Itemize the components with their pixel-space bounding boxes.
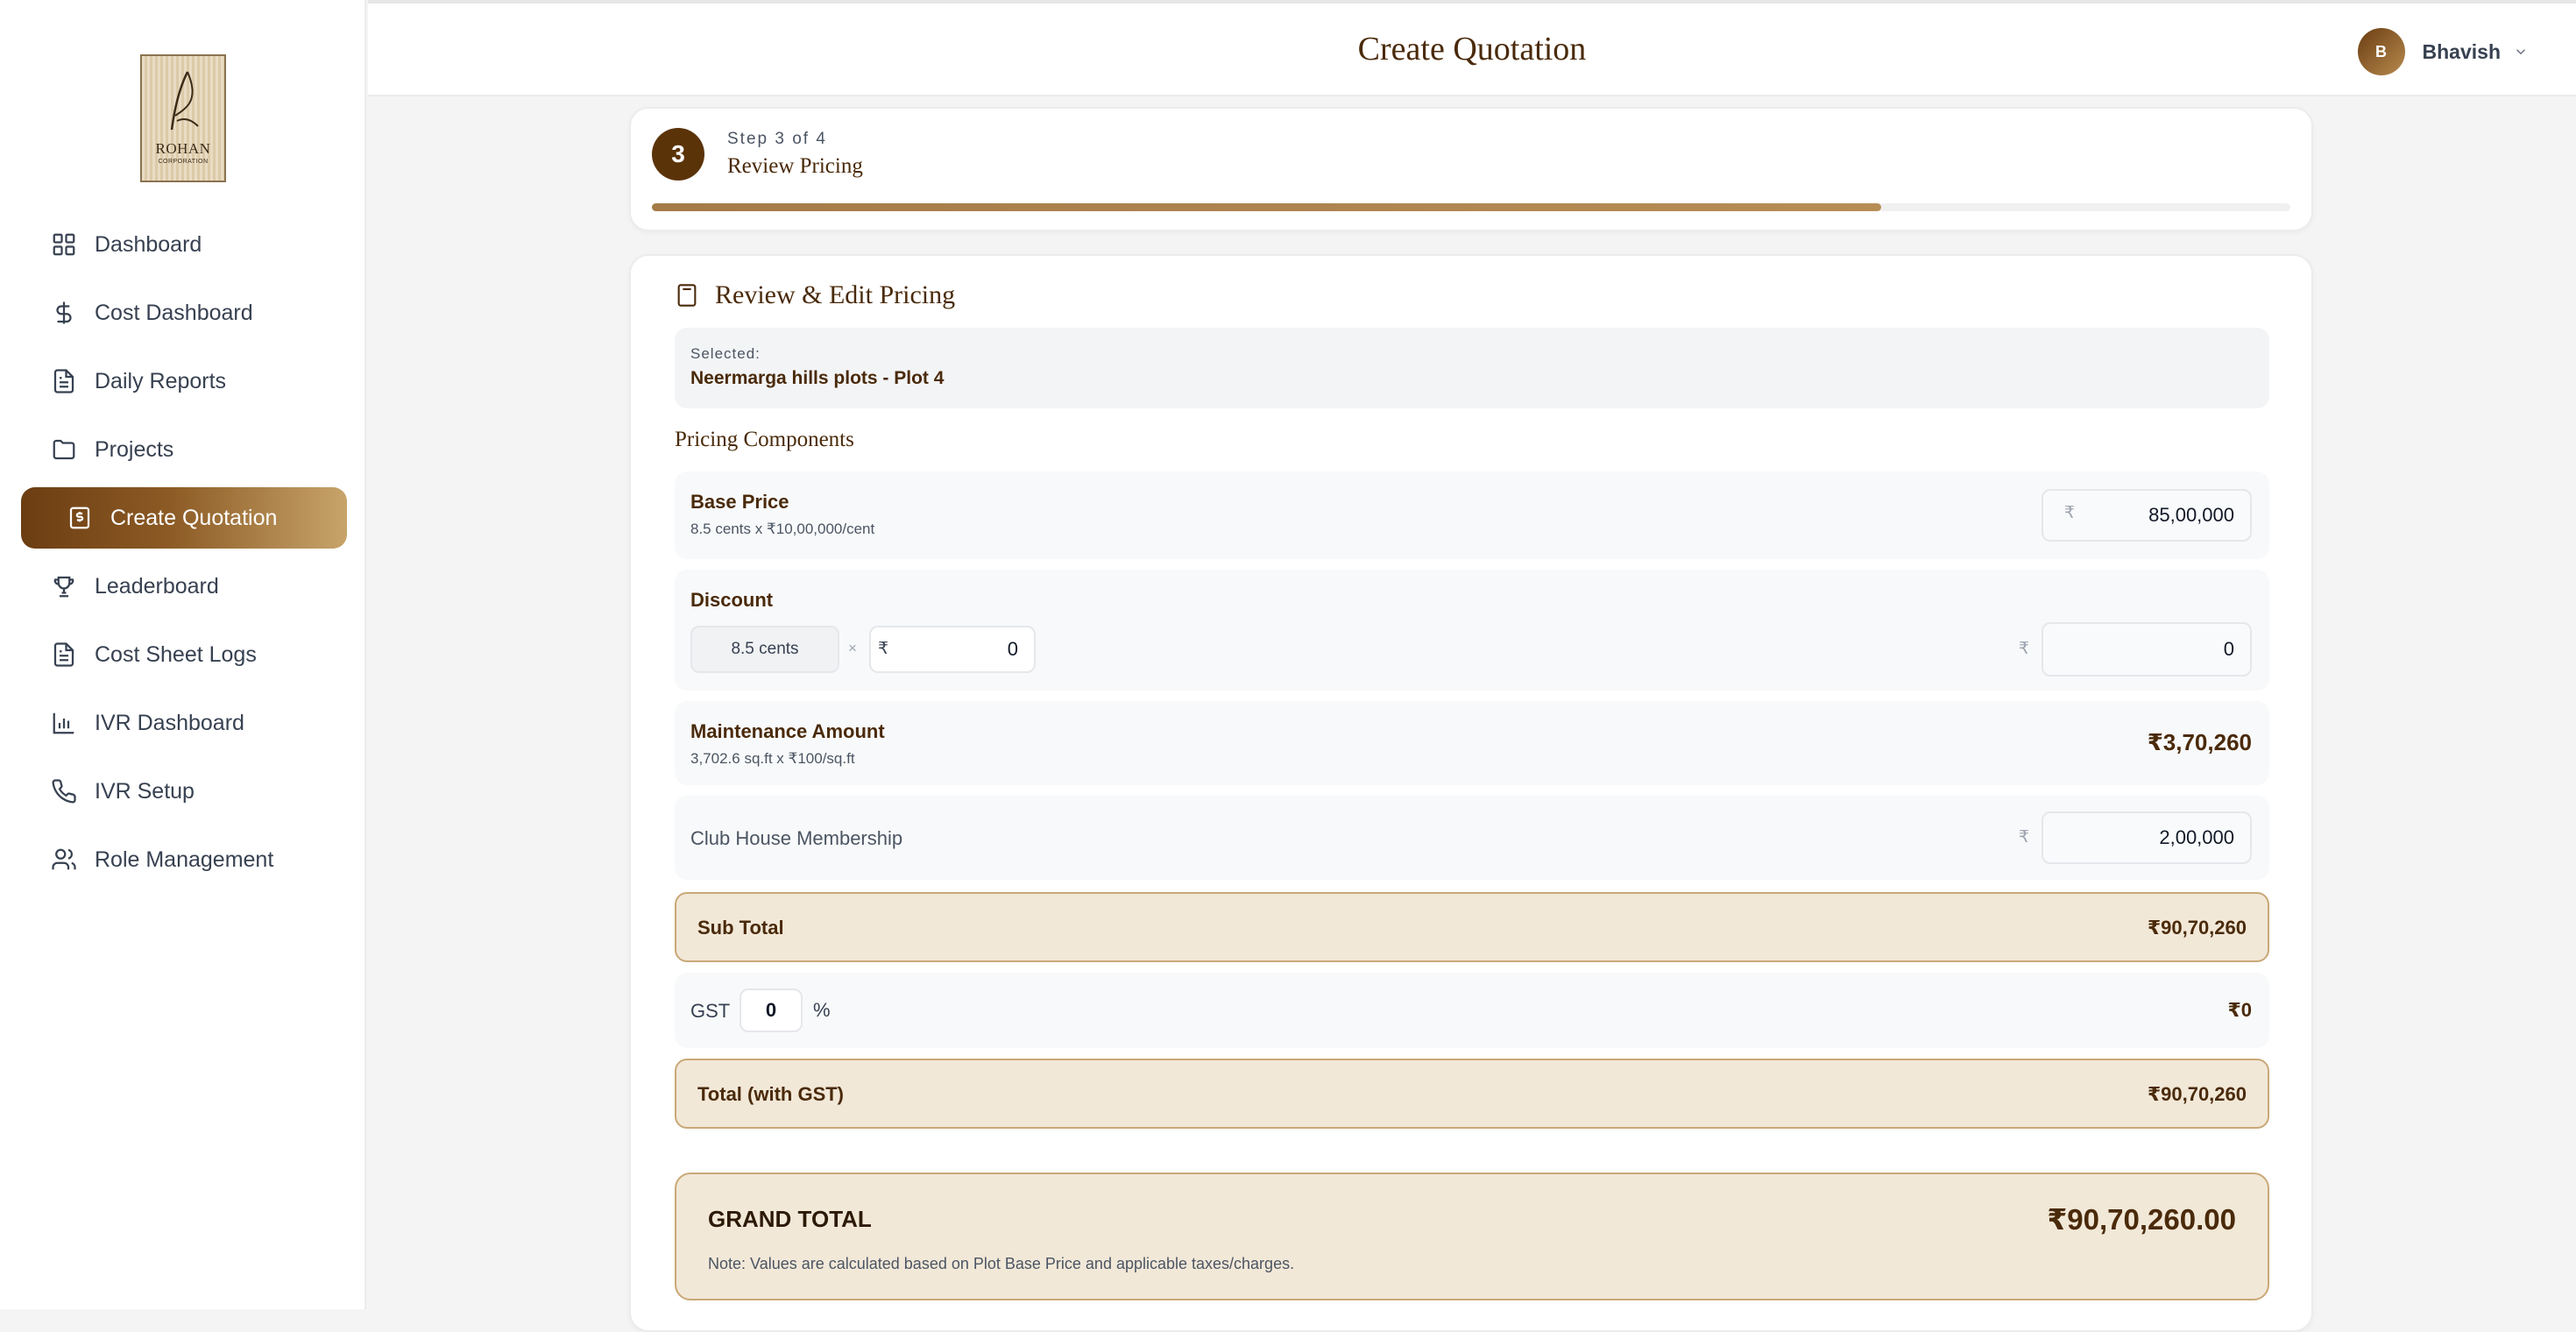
- bar-chart-icon: [51, 710, 77, 736]
- gst-row: GST 0 % ₹0: [675, 973, 2269, 1048]
- top-header: Create Quotation B Bhavish: [368, 0, 2576, 96]
- sidebar-item-ivr-dashboard[interactable]: IVR Dashboard: [21, 692, 347, 754]
- club-house-row: Club House Membership ₹ 2,00,000: [675, 796, 2269, 880]
- sidebar-item-label: Cost Dashboard: [95, 300, 253, 325]
- base-price-currency: ₹: [2063, 504, 2075, 522]
- sidebar: ROHAN CORPORATION Dashboard Cost Dashboa…: [0, 0, 366, 1309]
- sidebar-item-label: IVR Setup: [95, 778, 195, 804]
- chevron-down-icon: [2513, 44, 2529, 60]
- logo-mark-icon: [170, 71, 199, 131]
- grand-total-label: GRAND TOTAL: [708, 1206, 872, 1232]
- maintenance-formula: 3,702.6 sq.ft x ₹100/sq.ft: [690, 750, 855, 767]
- company-logo[interactable]: ROHAN CORPORATION: [140, 54, 226, 182]
- phone-icon: [51, 778, 77, 804]
- step-title: Review Pricing: [727, 154, 863, 178]
- base-price-formula: 8.5 cents x ₹10,00,000/cent: [690, 521, 875, 537]
- selected-plot-box: Selected: Neermarga hills plots - Plot 4: [675, 328, 2269, 408]
- step-progress-card: 3 Step 3 of 4 Review Pricing: [629, 107, 2313, 231]
- calculator-icon: [675, 283, 699, 308]
- gst-label: GST: [690, 1000, 731, 1022]
- club-house-input[interactable]: 2,00,000: [2042, 811, 2252, 864]
- grid-icon: [51, 231, 77, 258]
- discount-rate-input[interactable]: 0: [869, 626, 1036, 673]
- sidebar-item-role-management[interactable]: Role Management: [21, 829, 347, 890]
- grand-total-note: Note: Values are calculated based on Plo…: [708, 1255, 1295, 1272]
- total-with-gst-value: ₹90,70,260: [2147, 1083, 2247, 1105]
- sidebar-item-label: IVR Dashboard: [95, 710, 244, 735]
- sidebar-item-projects[interactable]: Projects: [21, 419, 347, 480]
- discount-total-input[interactable]: 0: [2042, 622, 2252, 677]
- sub-total-label: Sub Total: [697, 917, 784, 939]
- gst-percent-sign: %: [813, 999, 831, 1021]
- sidebar-item-label: Dashboard: [95, 231, 202, 257]
- total-with-gst-row: Total (with GST) ₹90,70,260: [675, 1059, 2269, 1129]
- selected-label: Selected:: [690, 345, 761, 362]
- sidebar-item-cost-dashboard[interactable]: Cost Dashboard: [21, 282, 347, 344]
- sidebar-item-create-quotation[interactable]: Create Quotation: [21, 487, 347, 549]
- maintenance-row: Maintenance Amount 3,702.6 sq.ft x ₹100/…: [675, 701, 2269, 785]
- discount-total-currency: ₹: [2018, 640, 2029, 658]
- sidebar-item-label: Projects: [95, 436, 174, 462]
- users-icon: [51, 847, 77, 873]
- discount-cents-field: 8.5 cents: [690, 626, 839, 673]
- gst-value: ₹0: [2227, 999, 2252, 1021]
- club-house-currency: ₹: [2018, 828, 2029, 847]
- sidebar-item-label: Role Management: [95, 847, 274, 872]
- club-house-label: Club House Membership: [690, 827, 903, 849]
- dollar-icon: [51, 300, 77, 326]
- sidebar-item-label: Cost Sheet Logs: [95, 641, 257, 667]
- sidebar-item-label: Daily Reports: [95, 368, 227, 393]
- sub-total-row: Sub Total ₹90,70,260: [675, 892, 2269, 962]
- step-counter: Step 3 of 4: [727, 130, 827, 148]
- sub-total-value: ₹90,70,260: [2147, 917, 2247, 939]
- pricing-components-title: Pricing Components: [675, 428, 854, 451]
- selected-value: Neermarga hills plots - Plot 4: [690, 368, 945, 388]
- sidebar-item-dashboard[interactable]: Dashboard: [21, 214, 347, 275]
- step-number-badge: 3: [652, 128, 704, 181]
- progress-bar: [652, 203, 2290, 211]
- user-name: Bhavish: [2422, 39, 2501, 63]
- section-title: Review & Edit Pricing: [675, 280, 955, 310]
- folder-icon: [51, 436, 77, 463]
- times-sign: ×: [848, 640, 857, 656]
- document-icon: [51, 368, 77, 394]
- maintenance-label: Maintenance Amount: [690, 720, 885, 742]
- grand-total-box: GRAND TOTAL ₹90,70,260.00 Note: Values a…: [675, 1173, 2269, 1300]
- sidebar-item-leaderboard[interactable]: Leaderboard: [21, 556, 347, 617]
- grand-total-value: ₹90,70,260.00: [2047, 1203, 2236, 1236]
- total-with-gst-label: Total (with GST): [697, 1083, 845, 1105]
- user-menu[interactable]: B Bhavish: [2357, 28, 2529, 75]
- discount-row: Discount 8.5 cents × 0 ₹ ₹ 0: [675, 570, 2269, 691]
- discount-rate-currency: ₹: [878, 640, 889, 658]
- page-title: Create Quotation: [1357, 31, 1587, 67]
- trophy-icon: [51, 573, 77, 599]
- sidebar-item-ivr-setup[interactable]: IVR Setup: [21, 761, 347, 822]
- discount-label: Discount: [690, 589, 774, 611]
- document-icon: [51, 641, 77, 668]
- sidebar-item-daily-reports[interactable]: Daily Reports: [21, 351, 347, 412]
- pricing-card: Review & Edit Pricing Selected: Neermarg…: [629, 254, 2313, 1332]
- sidebar-item-cost-sheet-logs[interactable]: Cost Sheet Logs: [21, 624, 347, 685]
- sidebar-item-label: Leaderboard: [95, 573, 219, 599]
- progress-bar-fill: [652, 203, 1881, 211]
- avatar: B: [2357, 28, 2405, 75]
- section-title-text: Review & Edit Pricing: [715, 280, 956, 309]
- maintenance-value: ₹3,70,260: [2147, 729, 2252, 755]
- gst-rate-input[interactable]: 0: [740, 988, 803, 1032]
- logo-subtext: CORPORATION: [158, 159, 209, 165]
- base-price-row: Base Price 8.5 cents x ₹10,00,000/cent ₹…: [675, 471, 2269, 559]
- receipt-icon: [67, 505, 93, 531]
- sidebar-item-label: Create Quotation: [110, 505, 278, 530]
- base-price-label: Base Price: [690, 491, 789, 513]
- logo-text: ROHAN: [155, 140, 211, 157]
